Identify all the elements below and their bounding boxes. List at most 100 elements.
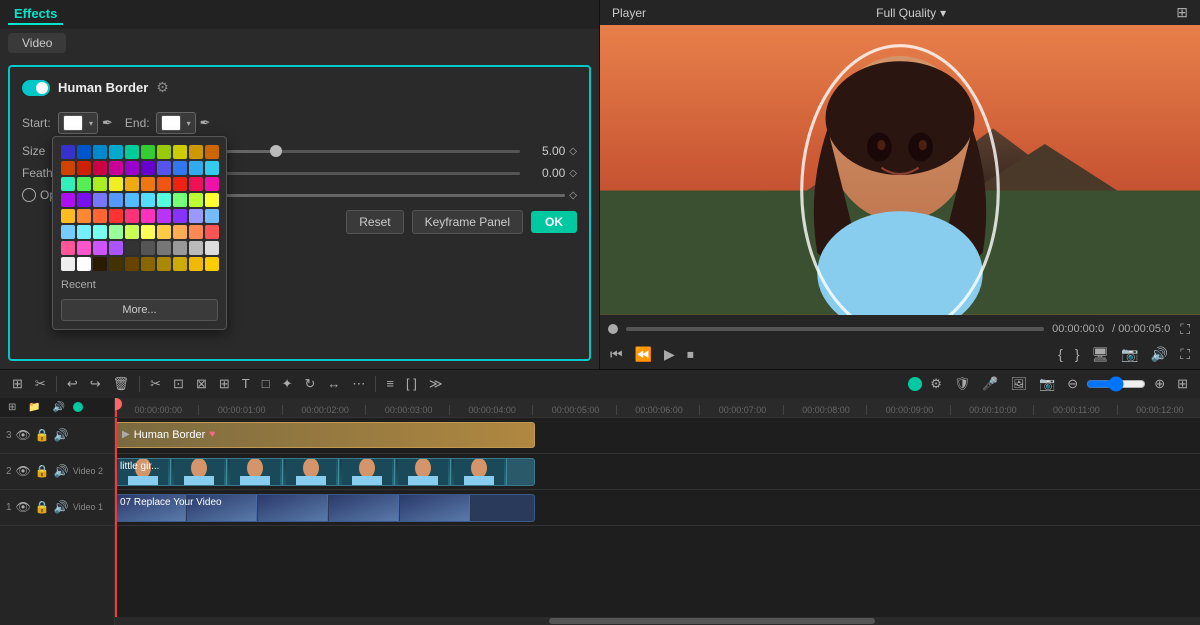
color-cell[interactable]: [205, 209, 219, 223]
color-cell[interactable]: [61, 161, 75, 175]
toolbar-delete[interactable]: 🗑: [109, 374, 134, 394]
more-button[interactable]: More...: [61, 299, 218, 321]
toolbar-filter[interactable]: ≡: [382, 374, 398, 393]
color-cell[interactable]: [189, 177, 203, 191]
color-cell[interactable]: [77, 257, 91, 271]
toolbar-text[interactable]: T: [238, 374, 254, 393]
color-cell[interactable]: [173, 241, 187, 255]
toolbar-zoom-in[interactable]: ⊕: [1150, 374, 1169, 394]
track-2-eye[interactable]: 👁: [16, 464, 31, 478]
track-1-eye[interactable]: 👁: [16, 500, 31, 514]
toolbar-more[interactable]: ⋯: [348, 374, 369, 394]
color-cell[interactable]: [125, 241, 139, 255]
step-back-button[interactable]: ⏪: [633, 344, 654, 365]
settings-icon[interactable]: ⚙: [156, 79, 169, 96]
color-cell[interactable]: [141, 241, 155, 255]
toolbar-razor[interactable]: ✂: [31, 374, 50, 394]
ok-button[interactable]: OK: [531, 211, 577, 233]
color-cell[interactable]: [109, 177, 123, 191]
color-cell[interactable]: [61, 177, 75, 191]
color-cell[interactable]: [109, 225, 123, 239]
track-2-audio[interactable]: 🔊: [54, 464, 69, 478]
color-cell[interactable]: [77, 193, 91, 207]
color-cell[interactable]: [141, 145, 155, 159]
toolbar-rotate[interactable]: ↻: [300, 374, 319, 394]
playhead-indicator[interactable]: [608, 324, 618, 334]
color-cell[interactable]: [93, 145, 107, 159]
opacity-toggle[interactable]: [22, 188, 36, 202]
magnet-toggle[interactable]: [73, 402, 83, 412]
toolbar-grid2[interactable]: ⊞: [1173, 374, 1192, 394]
color-cell[interactable]: [109, 161, 123, 175]
track-2-lock[interactable]: 🔒: [35, 464, 50, 478]
toolbar-redo[interactable]: ↪: [86, 374, 105, 394]
human-border-clip[interactable]: ▶ Human Border ♥: [115, 422, 535, 448]
color-cell[interactable]: [93, 209, 107, 223]
color-cell[interactable]: [205, 145, 219, 159]
timeline-scrollbar[interactable]: [115, 617, 1200, 625]
expand-button[interactable]: ⛶: [1178, 344, 1192, 365]
track-3-eye[interactable]: 👁: [16, 428, 31, 442]
color-cell[interactable]: [93, 225, 107, 239]
mark-in-button[interactable]: {: [1056, 344, 1065, 364]
start-color-btn[interactable]: ▾: [58, 112, 98, 134]
color-cell[interactable]: [189, 145, 203, 159]
toolbar-detach[interactable]: ⊠: [192, 374, 211, 394]
quality-dropdown[interactable]: Full Quality ▾: [876, 6, 946, 20]
size-slider-thumb[interactable]: [270, 145, 282, 157]
toolbar-settings2[interactable]: ⚙: [926, 374, 946, 394]
color-cell[interactable]: [125, 209, 139, 223]
color-cell[interactable]: [109, 145, 123, 159]
color-cell[interactable]: [93, 257, 107, 271]
toolbar-effects2[interactable]: ✦: [278, 374, 297, 394]
toolbar-split[interactable]: ⊞: [8, 374, 27, 394]
color-cell[interactable]: [109, 209, 123, 223]
ruler-playhead[interactable]: [115, 398, 117, 417]
color-cell[interactable]: [77, 177, 91, 191]
color-cell[interactable]: [205, 161, 219, 175]
end-color-btn[interactable]: ▾: [156, 112, 196, 134]
color-cell[interactable]: [205, 193, 219, 207]
grid-icon[interactable]: ⊞: [1176, 4, 1188, 21]
start-eyedropper[interactable]: ✒: [102, 115, 113, 131]
color-cell[interactable]: [61, 225, 75, 239]
track-3-lock[interactable]: 🔒: [35, 428, 50, 442]
end-eyedropper[interactable]: ✒: [200, 115, 211, 131]
color-cell[interactable]: [93, 161, 107, 175]
color-cell[interactable]: [61, 145, 75, 159]
color-cell[interactable]: [157, 161, 171, 175]
toolbar-undo[interactable]: ↩: [63, 374, 82, 394]
color-cell[interactable]: [61, 241, 75, 255]
color-cell[interactable]: [189, 241, 203, 255]
color-cell[interactable]: [173, 177, 187, 191]
color-cell[interactable]: [189, 161, 203, 175]
camera-button[interactable]: 📷: [1119, 344, 1140, 365]
color-cell[interactable]: [61, 257, 75, 271]
color-cell[interactable]: [125, 193, 139, 207]
color-cell[interactable]: [157, 145, 171, 159]
color-cell[interactable]: [157, 209, 171, 223]
color-cell[interactable]: [141, 177, 155, 191]
toolbar-zoom-out[interactable]: ⊖: [1063, 374, 1082, 394]
toolbar-cam[interactable]: 📷: [1035, 374, 1059, 394]
color-cell[interactable]: [205, 177, 219, 191]
color-cell[interactable]: [173, 161, 187, 175]
color-cell[interactable]: [77, 145, 91, 159]
toolbar-rect[interactable]: □: [258, 374, 274, 393]
effects-title[interactable]: Effects: [8, 4, 63, 25]
color-cell[interactable]: [125, 257, 139, 271]
track-1-audio[interactable]: 🔊: [54, 500, 69, 514]
track-1-lock[interactable]: 🔒: [35, 500, 50, 514]
color-cell[interactable]: [125, 177, 139, 191]
toolbar-cut[interactable]: ✂: [146, 374, 165, 394]
zoom-slider[interactable]: [1086, 376, 1146, 392]
color-cell[interactable]: [157, 177, 171, 191]
color-cell[interactable]: [77, 161, 91, 175]
mark-out-button[interactable]: }: [1073, 344, 1082, 364]
color-cell[interactable]: [173, 225, 187, 239]
color-cell[interactable]: [173, 193, 187, 207]
color-cell[interactable]: [141, 193, 155, 207]
color-cell[interactable]: [205, 241, 219, 255]
keyframe-panel-button[interactable]: Keyframe Panel: [412, 210, 523, 234]
color-cell[interactable]: [109, 257, 123, 271]
